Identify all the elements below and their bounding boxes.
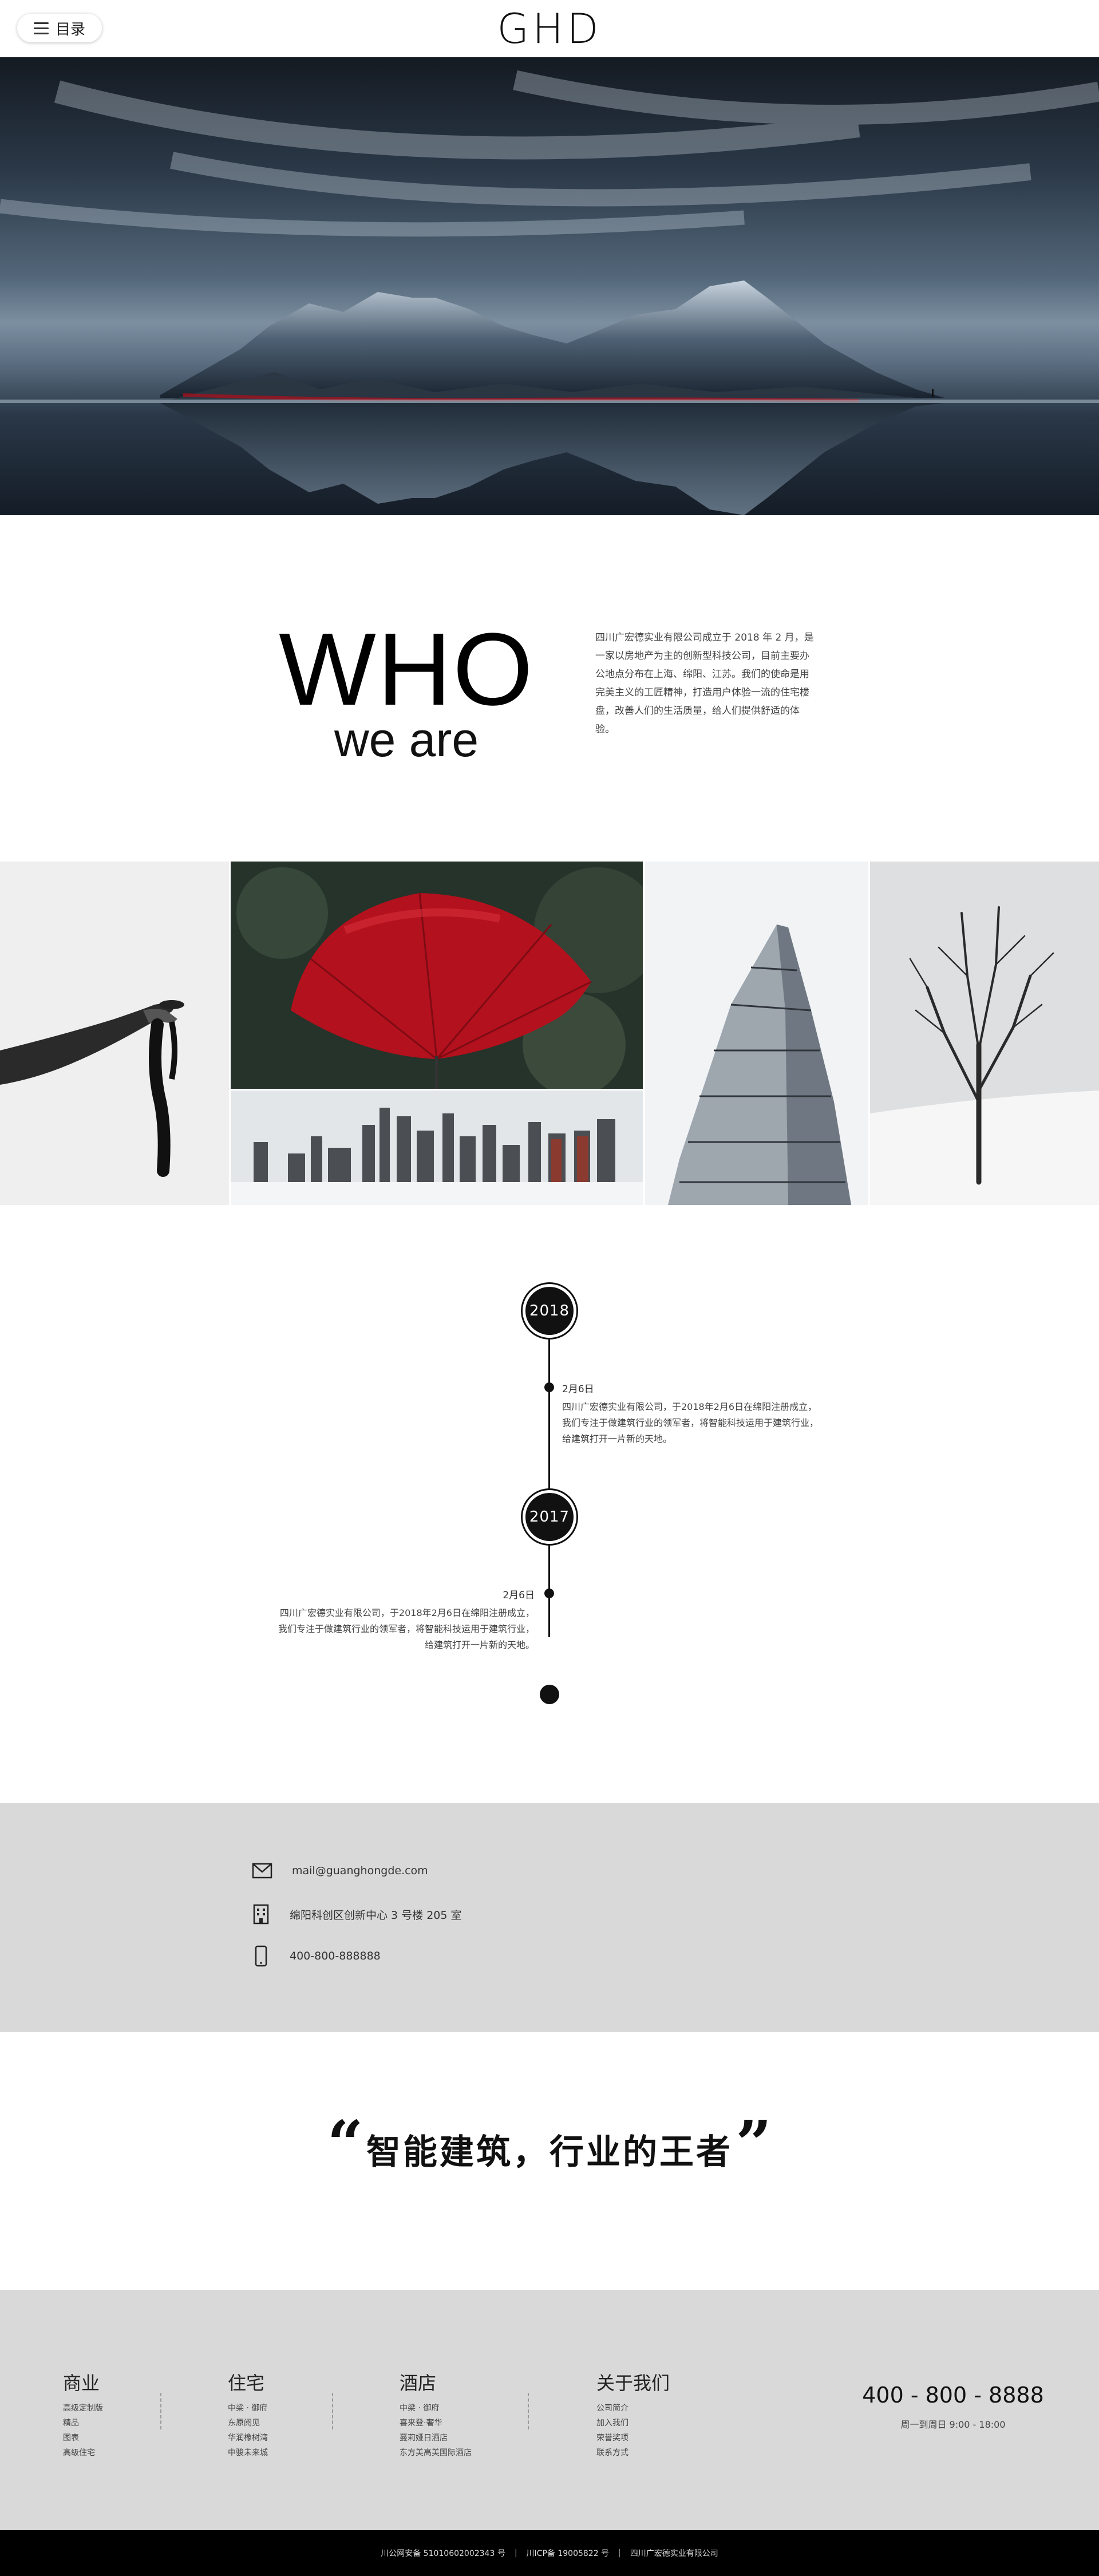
footer-column-hotel: 酒店 中梁 · 御府 喜来登·奢华 蔓莉娅日酒店 东方美高美国际酒店 (400, 2369, 472, 2460)
timeline-event-text: 四川广宏德实业有限公司，于2018年2月6日在绵阳注册成立，我们专注于做建筑行业… (278, 1607, 535, 1650)
footer-link[interactable]: 喜来登·奢华 (400, 2416, 472, 2431)
icp-record-number[interactable]: 川ICP备 19005822 号 (527, 2547, 610, 2559)
contact-email[interactable]: mail@guanghongde.com (292, 1864, 428, 1877)
timeline-end-dot (540, 1685, 559, 1704)
footer-link[interactable]: 高级定制版 (63, 2401, 103, 2416)
timeline-date: 2月6日 (562, 1384, 594, 1395)
contact-email-row: mail@guanghongde.com (252, 1863, 428, 1879)
photo-gallery (0, 862, 1099, 1205)
site-logo[interactable]: GHD (0, 5, 1099, 53)
gallery-image-hand[interactable] (0, 862, 229, 1205)
footer-link[interactable]: 联系方式 (596, 2445, 670, 2460)
year-label: 2017 (525, 1493, 574, 1541)
footer-column-title: 住宅 (228, 2372, 265, 2394)
slogan-text: 智能建筑，行业的王者 (366, 2132, 733, 2172)
separator: | (618, 2549, 621, 2558)
gallery-image-city-skyline[interactable] (231, 1091, 643, 1205)
police-record-number[interactable]: 川公网安备 51010602002343 号 (381, 2547, 505, 2559)
close-quote: ” (736, 2107, 772, 2180)
mail-icon (252, 1863, 272, 1879)
footer-column-title: 酒店 (400, 2372, 437, 2394)
hero-landscape-image (0, 70, 1099, 515)
footer-link[interactable]: 中骏未来城 (228, 2445, 268, 2460)
year-badge-2017: 2017 (521, 1488, 578, 1546)
footer-column-title: 关于我们 (596, 2372, 670, 2394)
footer-column-commercial: 商业 高级定制版 精品 图表 高级住宅 (63, 2369, 103, 2460)
footer-column-title: 商业 (63, 2372, 100, 2394)
footer-link[interactable]: 公司简介 (596, 2401, 670, 2416)
footer-link[interactable]: 图表 (63, 2431, 103, 2445)
gallery-image-red-umbrella[interactable] (231, 862, 643, 1089)
footer-divider (528, 2393, 529, 2429)
open-quote: “ (327, 2107, 363, 2180)
timeline-event-text: 四川广宏德实业有限公司，于2018年2月6日在绵阳注册成立，我们专注于做建筑行业… (562, 1401, 819, 1444)
who-we-are-title: WHO we are (275, 612, 538, 764)
footer-divider (160, 2393, 161, 2429)
gallery-image-bare-tree[interactable] (870, 862, 1099, 1205)
contact-section: mail@guanghongde.com 绵阳科创区创新中心 3 号楼 205 … (0, 1803, 1099, 2032)
separator: | (514, 2549, 517, 2558)
contact-phone[interactable]: 400-800-888888 (290, 1950, 381, 1962)
timeline-date: 2月6日 (503, 1590, 535, 1601)
footer-link[interactable]: 高级住宅 (63, 2445, 103, 2460)
gallery-image-flatiron-building[interactable] (645, 862, 868, 1205)
hero-banner (0, 57, 1099, 515)
contact-phone-row: 400-800-888888 (252, 1945, 381, 1967)
slogan: “ 智能建筑，行业的王者 ” (0, 2112, 1099, 2187)
footer-link[interactable]: 蔓莉娅日酒店 (400, 2431, 472, 2445)
footer-link[interactable]: 东原阅见 (228, 2416, 268, 2431)
footer-link[interactable]: 荣誉奖项 (596, 2431, 670, 2445)
building-icon (253, 1904, 269, 1925)
footer-column-about: 关于我们 公司简介 加入我们 荣誉奖项 联系方式 (596, 2369, 670, 2460)
timeline-dot (544, 1382, 554, 1392)
footer-business-hours: 周一到周日 9:00 - 18:00 (900, 2419, 1006, 2430)
footer-column-residential: 住宅 中梁 · 御府 东原阅见 华润橡树湾 中骏未来城 (228, 2369, 268, 2460)
year-badge-2018: 2018 (521, 1282, 578, 1340)
year-label: 2018 (525, 1287, 574, 1335)
company-name: 四川广宏德实业有限公司 (630, 2549, 718, 2558)
footer-link[interactable]: 东方美高美国际酒店 (400, 2445, 472, 2460)
footer-link[interactable]: 中梁 · 御府 (228, 2401, 268, 2416)
footer-link[interactable]: 加入我们 (596, 2416, 670, 2431)
contact-address-row: 绵阳科创区创新中心 3 号楼 205 室 (252, 1904, 462, 1925)
who-heading: WHO (279, 612, 534, 727)
site-header: 目录 GHD (0, 0, 1099, 57)
footer-link[interactable]: 中梁 · 御府 (400, 2401, 472, 2416)
footer-link[interactable]: 精品 (63, 2416, 103, 2431)
timeline-dot (544, 1589, 554, 1598)
site-footer: 商业 高级定制版 精品 图表 高级住宅 住宅 中梁 · 御府 东原阅见 华润橡树… (0, 2290, 1099, 2530)
company-description: 四川广宏德实业有限公司成立于 2018 年 2 月，是一家以房地产为主的创新型科… (595, 632, 814, 735)
footer-phone[interactable]: 400 - 800 - 8888 (847, 2383, 1059, 2408)
contact-address: 绵阳科创区创新中心 3 号楼 205 室 (290, 1909, 462, 1922)
footer-divider (332, 2393, 333, 2429)
company-timeline: 2018 2月6日 四川广宏德实业有限公司，于2018年2月6日在绵阳注册成立，… (0, 1282, 1099, 1717)
footer-link[interactable]: 华润橡树湾 (228, 2431, 268, 2445)
copyright-bar: 川公网安备 51010602002343 号 | 川ICP备 19005822 … (0, 2530, 1099, 2576)
mobile-icon (255, 1945, 267, 1967)
